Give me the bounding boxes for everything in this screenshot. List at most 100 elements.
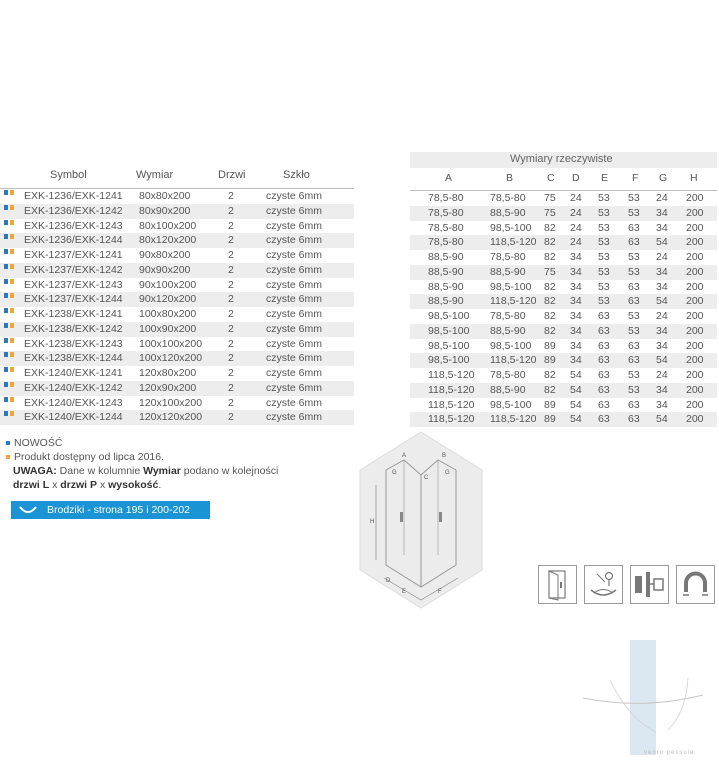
diagram-handle-right — [439, 512, 442, 522]
cell-e: 63 — [598, 339, 610, 352]
cell-g: 34 — [656, 206, 668, 219]
cell-symbol: EXK-1237/EXK-1241 — [24, 249, 123, 261]
cell-d: 54 — [570, 383, 582, 396]
cell-c: 89 — [544, 413, 556, 426]
cell-h: 200 — [686, 280, 704, 293]
cell-wymiar: 100x90x200 — [139, 322, 197, 335]
table-row: 78,5-80 118,5-120 82 24 53 63 54 200 — [410, 235, 717, 250]
table-row: EXK-1240/EXK-1244 120x120x200 2 czyste 6mm — [0, 410, 354, 425]
cell-f: 53 — [628, 383, 640, 396]
cell-e: 63 — [598, 369, 610, 381]
new-available-marker-icon — [4, 396, 14, 402]
cell-symbol: EXK-1236/EXK-1241 — [24, 190, 123, 202]
cell-drzwi: 2 — [228, 322, 234, 335]
cell-symbol: EXK-1238/EXK-1244 — [24, 352, 123, 365]
cell-f: 63 — [628, 280, 640, 293]
cell-f: 53 — [628, 192, 640, 204]
cell-c: 82 — [544, 251, 556, 263]
available-marker-icon — [6, 454, 10, 459]
header-szklo: Szkło — [283, 169, 310, 181]
cell-g: 34 — [656, 324, 668, 337]
cell-szklo: czyste 6mm — [266, 249, 323, 261]
label-a: A — [402, 453, 406, 459]
table-row: 118,5-120 88,5-90 82 54 63 53 34 200 — [410, 382, 717, 398]
cell-c: 82 — [544, 236, 556, 249]
new-marker-icon — [6, 440, 10, 445]
cell-wymiar: 120x120x200 — [139, 411, 203, 424]
table-row: EXK-1238/EXK-1241 100x80x200 2 czyste 6mm — [0, 307, 354, 322]
new-available-marker-icon — [4, 293, 14, 299]
cell-c: 82 — [544, 310, 556, 322]
cell-e: 63 — [598, 413, 610, 426]
cell-symbol: EXK-1240/EXK-1243 — [24, 396, 123, 409]
cell-symbol: EXK-1237/EXK-1244 — [24, 293, 123, 306]
cell-d: 34 — [570, 339, 582, 352]
table-row: EXK-1240/EXK-1242 120x90x200 2 czyste 6mm — [0, 380, 354, 396]
cell-drzwi: 2 — [228, 411, 234, 424]
cell-f: 53 — [628, 251, 640, 263]
cell-e: 53 — [598, 280, 610, 293]
table-row: 118,5-120 98,5-100 89 54 63 63 34 200 — [410, 398, 717, 413]
cell-g: 24 — [656, 310, 668, 322]
cell-h: 200 — [686, 310, 704, 322]
cell-drzwi: 2 — [228, 249, 234, 261]
table-row: EXK-1236/EXK-1242 80x90x200 2 czyste 6mm — [0, 203, 354, 219]
door-hinge-icon — [538, 565, 577, 604]
cell-szklo: czyste 6mm — [266, 204, 323, 217]
cell-d: 34 — [570, 265, 582, 278]
cell-d: 34 — [570, 354, 582, 367]
cell-e: 63 — [598, 324, 610, 337]
cell-szklo: czyste 6mm — [266, 396, 323, 409]
cell-b: 88,5-90 — [490, 265, 526, 278]
cell-d: 24 — [570, 206, 582, 219]
cell-c: 82 — [544, 369, 556, 381]
cell-a: 98,5-100 — [428, 354, 470, 367]
cell-szklo: czyste 6mm — [266, 293, 323, 306]
cell-b: 78,5-80 — [490, 251, 526, 263]
cell-a: 78,5-80 — [428, 221, 464, 234]
header-f: F — [632, 172, 639, 184]
easy-clean-icon — [584, 565, 623, 604]
cell-drzwi: 2 — [228, 190, 234, 202]
cell-wymiar: 100x80x200 — [139, 308, 197, 320]
table-row: EXK-1238/EXK-1243 100x100x200 2 czyste 6mm — [0, 337, 354, 352]
cell-symbol: EXK-1237/EXK-1243 — [24, 278, 123, 291]
badge-label: Brodziki - strona 195 i 200-202 — [47, 504, 190, 516]
table-row: EXK-1237/EXK-1242 90x90x200 2 czyste 6mm — [0, 262, 354, 278]
header-d: D — [572, 172, 580, 184]
cell-e: 53 — [598, 295, 610, 308]
cell-d: 24 — [570, 221, 582, 234]
cell-drzwi: 2 — [228, 308, 234, 320]
cell-wymiar: 90x100x200 — [139, 278, 197, 291]
cell-b: 88,5-90 — [490, 206, 526, 219]
cell-b: 78,5-80 — [490, 310, 526, 322]
cell-c: 82 — [544, 221, 556, 234]
notes: NOWOŚĆ Produkt dostępny od lipca 2016. U… — [6, 437, 326, 493]
cell-drzwi: 2 — [228, 219, 234, 232]
cell-drzwi: 2 — [228, 263, 234, 276]
cell-szklo: czyste 6mm — [266, 219, 323, 232]
label-d: D — [386, 578, 391, 584]
cell-b: 78,5-80 — [490, 369, 526, 381]
cell-c: 89 — [544, 398, 556, 411]
cell-h: 200 — [686, 339, 704, 352]
cell-szklo: czyste 6mm — [266, 278, 323, 291]
cell-g: 24 — [656, 369, 668, 381]
cell-c: 89 — [544, 339, 556, 352]
cell-e: 53 — [598, 236, 610, 249]
table-row: 98,5-100 98,5-100 89 34 63 63 34 200 — [410, 339, 717, 354]
cell-b: 88,5-90 — [490, 383, 526, 396]
cell-h: 200 — [686, 354, 704, 367]
cell-f: 63 — [628, 354, 640, 367]
cell-d: 34 — [570, 251, 582, 263]
dimensions-title-bar: Wymiary rzeczywiste — [410, 152, 717, 168]
table-row: 78,5-80 88,5-90 75 24 53 53 34 200 — [410, 205, 717, 221]
table-row: 78,5-80 98,5-100 82 24 53 63 34 200 — [410, 221, 717, 236]
cell-g: 54 — [656, 354, 668, 367]
cell-drzwi: 2 — [228, 367, 234, 379]
cell-drzwi: 2 — [228, 352, 234, 365]
shower-tray-badge[interactable]: Brodziki - strona 195 i 200-202 — [11, 501, 210, 519]
label-b: B — [442, 453, 446, 459]
cell-h: 200 — [686, 398, 704, 411]
table-row: 88,5-90 78,5-80 82 34 53 53 24 200 — [410, 250, 717, 265]
